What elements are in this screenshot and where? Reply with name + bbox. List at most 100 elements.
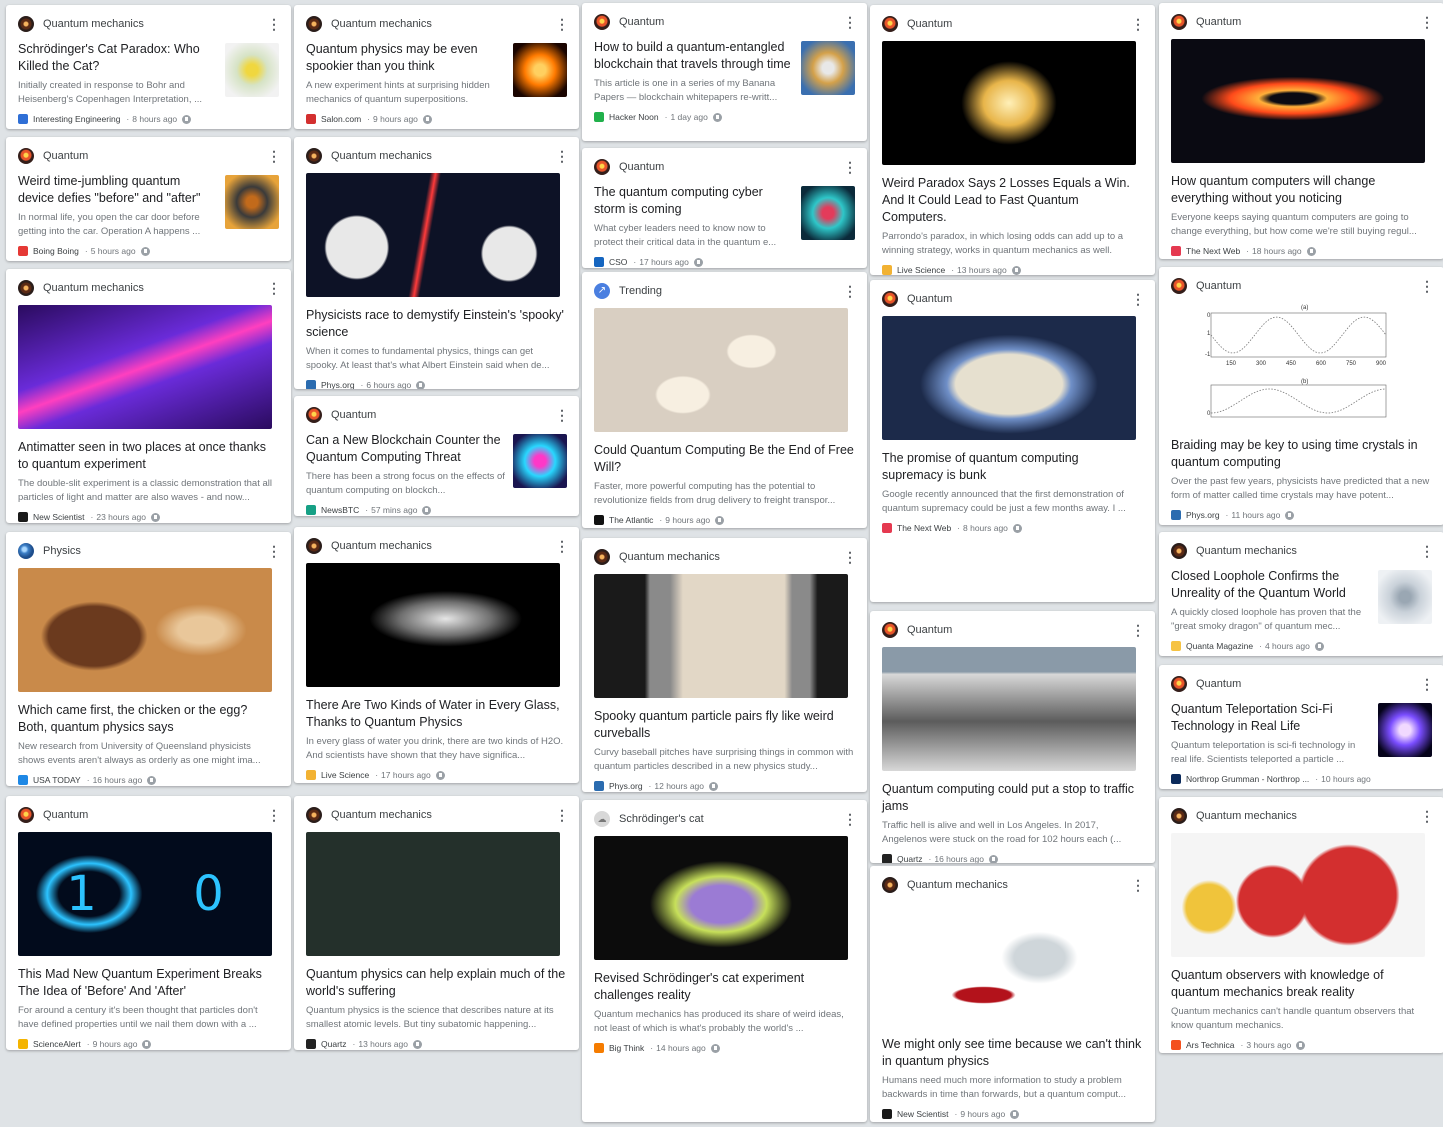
more-options-icon[interactable]: ⋮ [555, 808, 569, 822]
save-story-icon[interactable] [1314, 641, 1324, 651]
source-name[interactable]: CSO [609, 257, 627, 267]
more-options-icon[interactable]: ⋮ [555, 149, 569, 163]
source-name[interactable]: Big Think [609, 1043, 644, 1053]
card-topic-header[interactable]: Quantum mechanics ⋮ [306, 13, 569, 35]
source-name[interactable]: USA TODAY [33, 775, 81, 785]
save-story-icon[interactable] [709, 781, 719, 791]
save-story-icon[interactable] [140, 246, 150, 256]
story-card[interactable]: Quantum mechanics ⋮ Spooky quantum particl… [582, 538, 867, 792]
more-options-icon[interactable]: ⋮ [1420, 677, 1434, 691]
save-story-icon[interactable] [715, 515, 725, 525]
source-name[interactable]: Hacker Noon [609, 112, 659, 122]
source-name[interactable]: The Next Web [1186, 246, 1240, 256]
time-crystal-plot-image[interactable]: (a) (b) 0 1 -1 0 150 300 450 600 750 900 [1171, 303, 1425, 427]
story-card[interactable]: Quantum mechanics ⋮ Quantum observers with… [1159, 797, 1443, 1053]
more-options-icon[interactable]: ⋮ [267, 149, 281, 163]
story-title[interactable]: Closed Loophole Confirms the Unreality o… [1171, 568, 1370, 602]
source-name[interactable]: ScienceAlert [33, 1039, 81, 1049]
spilled-wine-glass-image[interactable] [882, 902, 1136, 1026]
source-name[interactable]: Salon.com [321, 114, 361, 124]
story-card[interactable]: Quantum ⋮ (a) (b) 0 1 -1 0 150 300 450 600 750 900 Bra… [1159, 267, 1443, 525]
story-title[interactable]: Could Quantum Computing Be the End of Fr… [594, 442, 855, 476]
story-card[interactable]: Quantum mechanics ⋮ Closed Loophole Confir… [1159, 532, 1443, 656]
card-topic-header[interactable]: Quantum ⋮ [882, 288, 1145, 310]
card-topic-header[interactable]: Quantum mechanics ⋮ [882, 874, 1145, 896]
more-options-icon[interactable]: ⋮ [555, 539, 569, 553]
source-name[interactable]: Quartz [321, 1039, 347, 1049]
story-card[interactable]: Quantum mechanics ⋮ We might only see time… [870, 866, 1155, 1122]
more-options-icon[interactable]: ⋮ [1131, 878, 1145, 892]
story-card[interactable]: Quantum ⋮ Weird time-jumbling quantum devi… [6, 137, 291, 261]
card-topic-header[interactable]: Quantum ⋮ [1171, 11, 1434, 33]
save-story-icon[interactable] [712, 112, 722, 122]
story-card[interactable]: Quantum mechanics ⋮ Quantum physics may be… [294, 5, 579, 129]
more-options-icon[interactable]: ⋮ [1131, 623, 1145, 637]
source-name[interactable]: New Scientist [33, 512, 85, 522]
card-topic-header[interactable]: Quantum ⋮ [1171, 275, 1434, 297]
story-card[interactable]: Quantum ⋮ Weird Paradox Says 2 Losses Equa… [870, 5, 1155, 275]
save-story-icon[interactable] [435, 770, 445, 780]
source-name[interactable]: Phys.org [609, 781, 643, 791]
hanging-lamps-thumbnail[interactable] [1378, 570, 1432, 624]
source-name[interactable]: Northrop Grumman - Northrop ... [1186, 774, 1309, 784]
story-title[interactable]: How quantum computers will change everyt… [1171, 173, 1432, 207]
source-name[interactable]: New Scientist [897, 1109, 949, 1119]
story-card[interactable]: Quantum mechanics ⋮ Antimatter seen in two… [6, 269, 291, 523]
more-options-icon[interactable]: ⋮ [843, 15, 857, 29]
golden-smoke-image[interactable] [882, 41, 1136, 165]
card-topic-header[interactable]: Quantum ⋮ [882, 13, 1145, 35]
card-topic-header[interactable]: Physics ⋮ [18, 540, 281, 562]
source-name[interactable]: Quartz [897, 854, 923, 863]
story-card[interactable]: Quantum ⋮ The promise of quantum computing… [870, 280, 1155, 602]
save-story-icon[interactable] [988, 854, 998, 863]
card-topic-header[interactable]: Quantum ⋮ [594, 11, 857, 33]
more-options-icon[interactable]: ⋮ [267, 17, 281, 31]
more-options-icon[interactable]: ⋮ [555, 17, 569, 31]
more-options-icon[interactable]: ⋮ [267, 544, 281, 558]
save-story-icon[interactable] [693, 257, 703, 267]
save-story-icon[interactable] [1012, 523, 1022, 533]
story-title[interactable]: Quantum computing could put a stop to tr… [882, 781, 1143, 815]
story-title[interactable]: Quantum Teleportation Sci-Fi Technology … [1171, 701, 1370, 735]
more-options-icon[interactable]: ⋮ [1420, 279, 1434, 293]
story-title[interactable]: Which came first, the chicken or the egg… [18, 702, 279, 736]
card-topic-header[interactable]: Quantum mechanics ⋮ [1171, 540, 1434, 562]
card-topic-header[interactable]: Quantum ⋮ [882, 619, 1145, 641]
source-name[interactable]: Boing Boing [33, 246, 79, 256]
save-story-icon[interactable] [1285, 510, 1295, 520]
save-story-icon[interactable] [422, 505, 432, 515]
story-card[interactable]: Quantum ⋮ How quantum computers will chang… [1159, 3, 1443, 259]
card-topic-header[interactable]: Quantum mechanics ⋮ [1171, 805, 1434, 827]
source-name[interactable]: Live Science [897, 265, 945, 275]
story-title[interactable]: Spooky quantum particle pairs fly like w… [594, 708, 855, 742]
card-topic-header[interactable]: Quantum mechanics ⋮ [594, 546, 857, 568]
story-title[interactable]: The promise of quantum computing suprema… [882, 450, 1143, 484]
observatories-lasers-image[interactable] [306, 173, 560, 297]
save-story-icon[interactable] [142, 1039, 152, 1049]
source-name[interactable]: The Atlantic [609, 515, 653, 525]
chalkboard-diagram-image[interactable] [306, 832, 560, 956]
source-name[interactable]: Live Science [321, 770, 369, 780]
more-options-icon[interactable]: ⋮ [843, 160, 857, 174]
save-story-icon[interactable] [182, 114, 192, 124]
traffic-jam-image[interactable] [882, 647, 1136, 771]
source-name[interactable]: Phys.org [321, 380, 355, 389]
card-topic-header[interactable]: Quantum mechanics ⋮ [18, 277, 281, 299]
record-turntable-thumbnail[interactable] [225, 175, 279, 229]
circuit-chip-thumbnail[interactable] [513, 434, 567, 488]
card-topic-header[interactable]: ↗ Trending ⋮ [594, 280, 857, 302]
more-options-icon[interactable]: ⋮ [1420, 544, 1434, 558]
story-card[interactable]: Quantum ⋮ Can a New Blockchain Counter the… [294, 396, 579, 516]
more-options-icon[interactable]: ⋮ [843, 550, 857, 564]
cyber-grid-thumbnail[interactable] [801, 186, 855, 240]
story-title[interactable]: There Are Two Kinds of Water in Every Gl… [306, 697, 567, 731]
card-topic-header[interactable]: Quantum mechanics ⋮ [306, 145, 569, 167]
story-title[interactable]: Quantum physics can help explain much of… [306, 966, 567, 1000]
source-name[interactable]: Quanta Magazine [1186, 641, 1253, 651]
story-title[interactable]: Weird time-jumbling quantum device defie… [18, 173, 217, 207]
story-title[interactable]: Quantum physics may be even spookier tha… [306, 41, 505, 75]
story-card[interactable]: Quantum mechanics ⋮ Schrödinger's Cat Para… [6, 5, 291, 129]
story-title[interactable]: Antimatter seen in two places at once th… [18, 439, 279, 473]
card-topic-header[interactable]: Quantum mechanics ⋮ [306, 535, 569, 557]
story-card[interactable]: ☁ Schrödinger's cat ⋮ Revised Schrödinger's… [582, 800, 867, 1122]
